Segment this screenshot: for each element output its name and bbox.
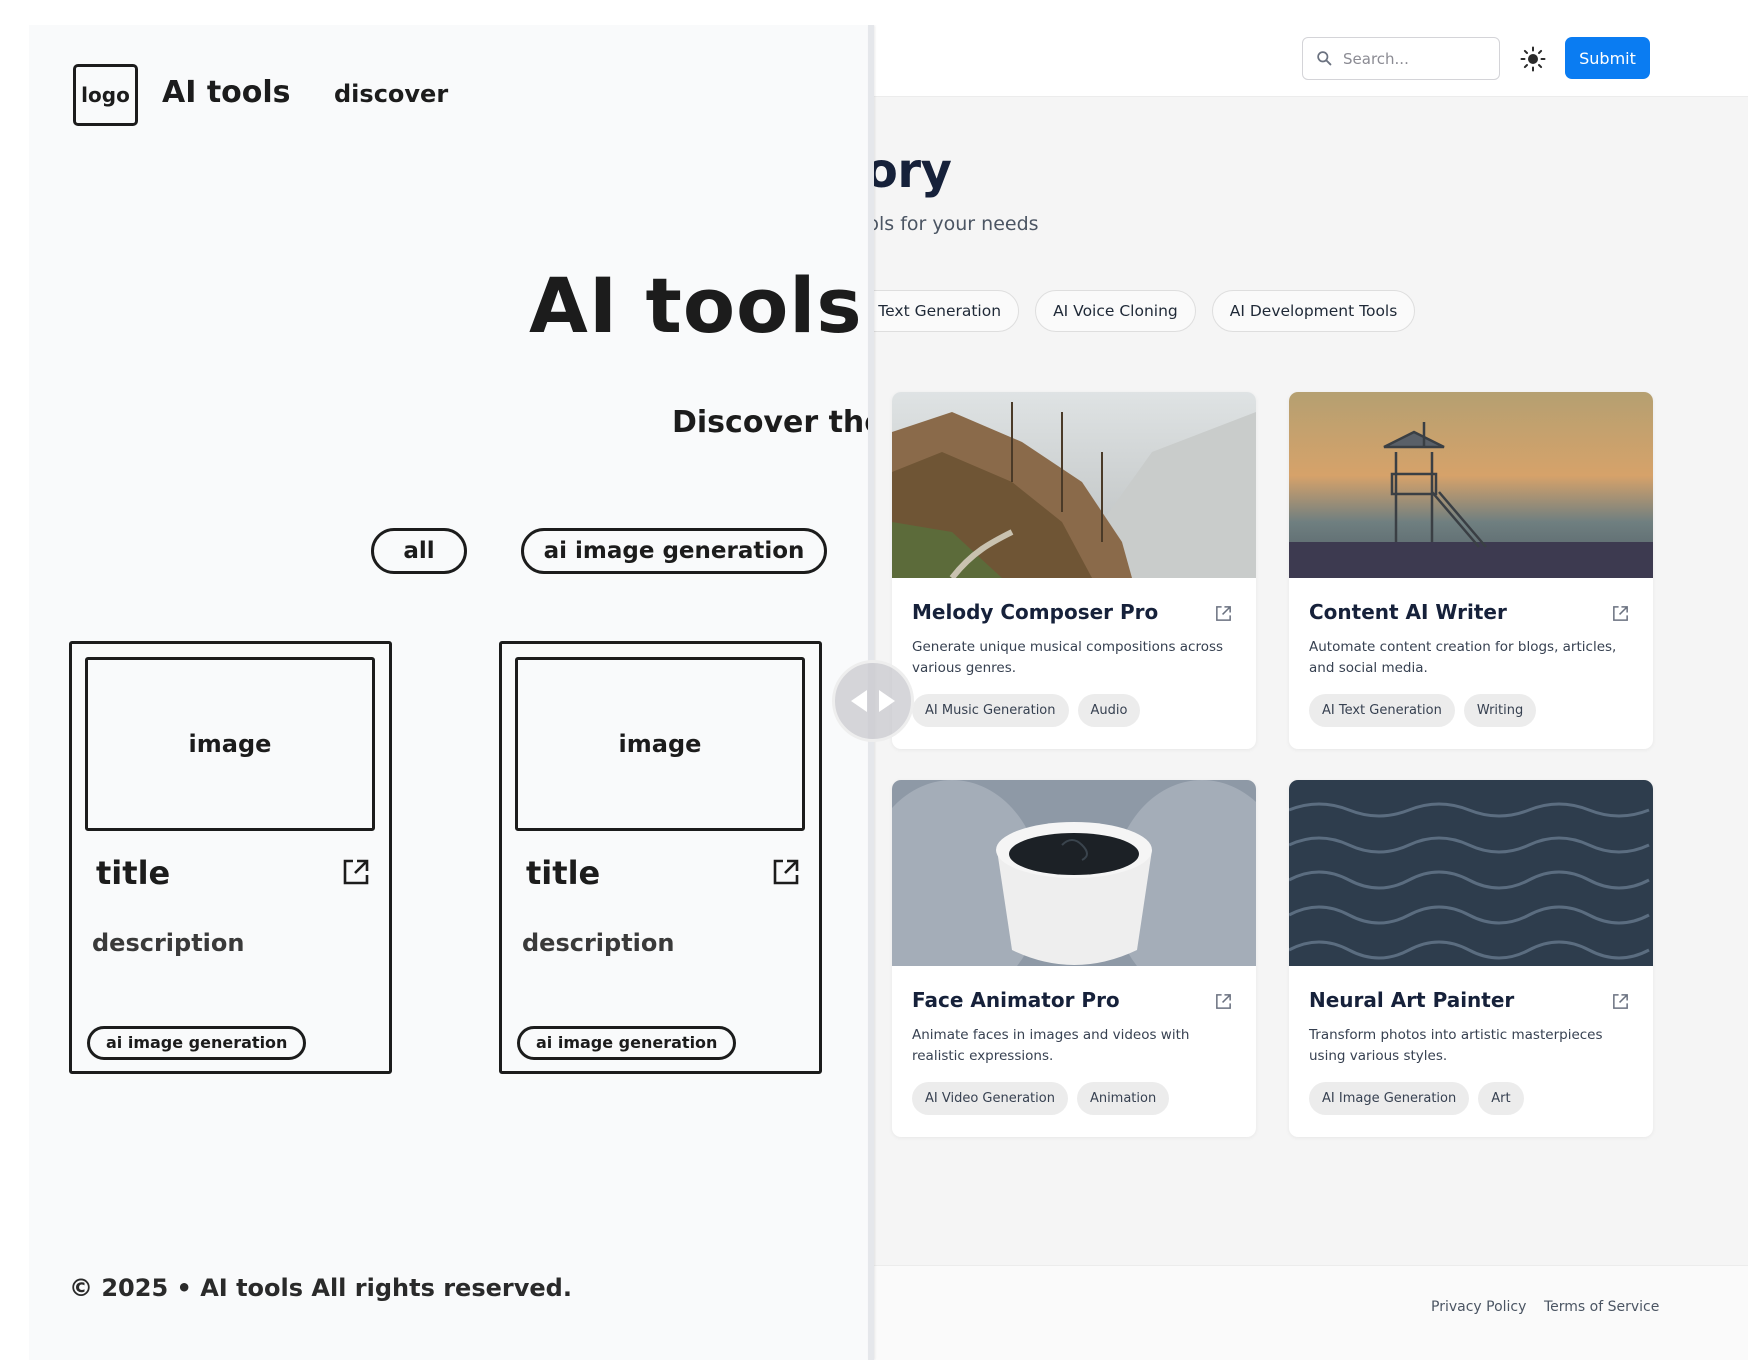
tag-badge[interactable]: AI Video Generation — [912, 1082, 1068, 1115]
tool-image — [892, 780, 1256, 966]
tool-card[interactable]: Melody Composer Pro Generate unique musi… — [892, 392, 1256, 749]
left-right-arrows-icon — [851, 690, 895, 712]
terms-of-service-link[interactable]: Terms of Service — [1544, 1299, 1659, 1315]
submit-button[interactable]: Submit — [1565, 37, 1650, 79]
sketch-card: image title description ai image generat… — [69, 641, 392, 1074]
category-chip[interactable]: AI Voice Cloning — [1035, 290, 1196, 332]
tool-description: Transform photos into artistic masterpie… — [1309, 1027, 1603, 1064]
tool-tags: AI Image Generation Art — [1309, 1082, 1524, 1115]
sketch-card: image title description ai image generat… — [499, 641, 822, 1074]
tool-tags: AI Text Generation Writing — [1309, 694, 1537, 727]
tool-title[interactable]: Content AI Writer — [1309, 600, 1507, 624]
sketch-logo-box: logo — [73, 64, 138, 126]
tool-image — [1289, 780, 1653, 966]
sketch-pill-image-generation: ai image generation — [521, 528, 827, 574]
tool-tags: AI Music Generation Audio — [912, 694, 1141, 727]
tool-card[interactable]: Face Animator Pro Animate faces in image… — [892, 780, 1256, 1137]
sketch-card-description: description — [92, 929, 245, 957]
external-link-icon[interactable] — [1611, 992, 1630, 1011]
sun-icon[interactable] — [1520, 46, 1546, 72]
tool-image — [1289, 392, 1653, 578]
tool-description: Automate content creation for blogs, art… — [1309, 639, 1617, 676]
sketch-nav-discover: discover — [334, 80, 449, 108]
external-link-icon — [773, 859, 799, 885]
external-link-icon — [343, 859, 369, 885]
tag-badge[interactable]: AI Text Generation — [1309, 694, 1455, 727]
tool-title[interactable]: Face Animator Pro — [912, 988, 1120, 1012]
tag-badge[interactable]: AI Image Generation — [1309, 1082, 1470, 1115]
compare-slider-handle[interactable] — [832, 660, 914, 742]
tool-card[interactable]: Neural Art Painter Transform photos into… — [1289, 780, 1653, 1137]
tag-badge[interactable]: Art — [1478, 1082, 1524, 1115]
wireframe-sketch: logo AI tools discover AI tools Discover… — [29, 25, 869, 1360]
sketch-card-title: title — [526, 854, 601, 892]
tool-description: Animate faces in images and videos with … — [912, 1027, 1190, 1064]
tool-tags: AI Video Generation Animation — [912, 1082, 1170, 1115]
tool-image — [892, 392, 1256, 578]
search-input[interactable] — [1343, 49, 1493, 68]
tag-badge[interactable]: Writing — [1463, 694, 1537, 727]
sketch-brand: AI tools — [162, 75, 291, 110]
sketch-card-description: description — [522, 929, 675, 957]
sketch-hero-title: AI tools — [529, 261, 863, 350]
search-icon — [1317, 51, 1332, 66]
sketch-card-tag: ai image generation — [87, 1026, 307, 1060]
external-link-icon[interactable] — [1214, 992, 1233, 1011]
tag-badge[interactable]: AI Music Generation — [912, 694, 1069, 727]
sketch-image-placeholder: image — [515, 657, 805, 831]
tag-badge[interactable]: Audio — [1077, 694, 1141, 727]
tool-description: Generate unique musical compositions acr… — [912, 639, 1224, 676]
tag-badge[interactable]: Animation — [1076, 1082, 1170, 1115]
sketch-hero-subtitle: Discover the — [672, 405, 869, 440]
tool-card[interactable]: Content AI Writer Automate content creat… — [1289, 392, 1653, 749]
sketch-footer: © 2025 • AI tools All rights reserved. — [69, 1274, 572, 1302]
category-chip[interactable]: AI Development Tools — [1211, 290, 1416, 332]
sketch-image-placeholder: image — [85, 657, 375, 831]
search-box[interactable] — [1302, 37, 1500, 80]
tool-title[interactable]: Neural Art Painter — [1309, 988, 1514, 1012]
sketch-card-tag: ai image generation — [517, 1026, 737, 1060]
compare-stage: Submit Directory l tools for your needs … — [29, 25, 1748, 1360]
tool-title[interactable]: Melody Composer Pro — [912, 600, 1158, 624]
sketch-pill-all: all — [371, 528, 467, 574]
external-link-icon[interactable] — [1611, 604, 1630, 623]
sketch-card-title: title — [96, 854, 171, 892]
privacy-policy-link[interactable]: Privacy Policy — [1431, 1299, 1526, 1315]
external-link-icon[interactable] — [1214, 604, 1233, 623]
